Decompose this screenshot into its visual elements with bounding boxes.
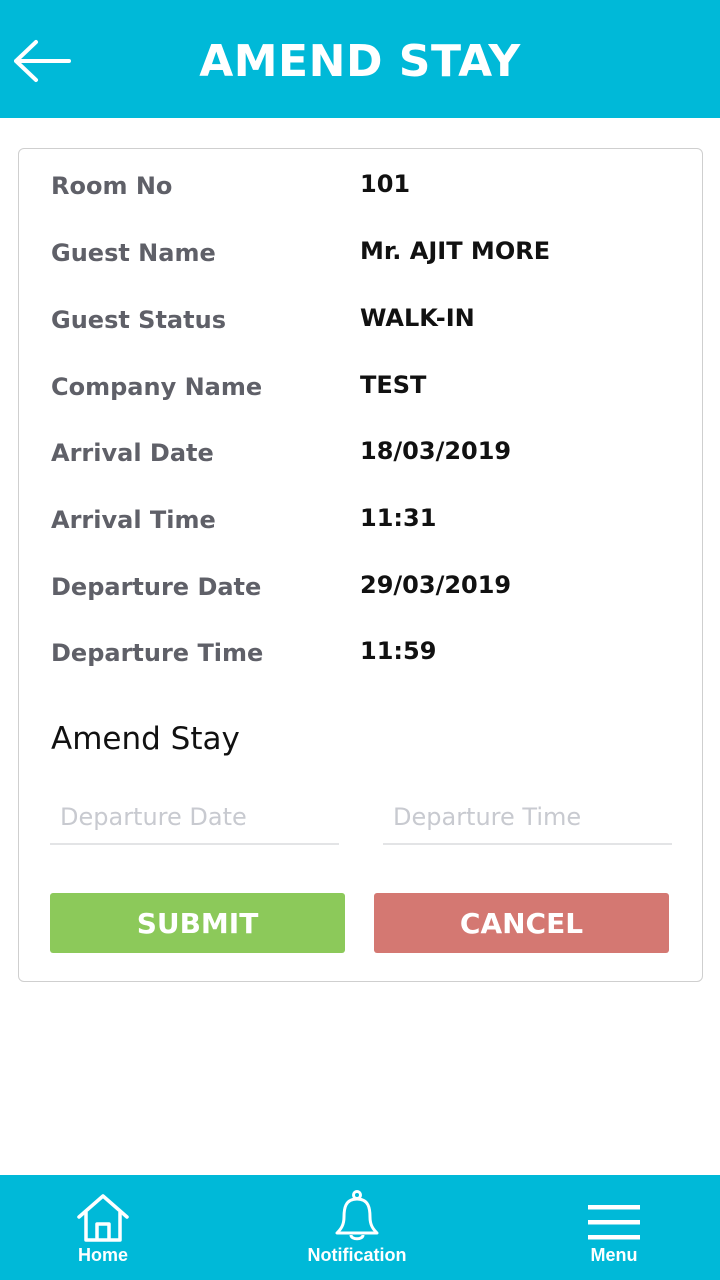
detail-label: Guest Name — [51, 239, 216, 267]
detail-label: Arrival Time — [51, 506, 216, 534]
stay-details-card: Room No 101 Guest Name Mr. AJIT MORE Gue… — [18, 148, 703, 982]
detail-label: Departure Date — [51, 573, 262, 601]
submit-button[interactable]: SUBMIT — [50, 893, 345, 953]
nav-menu[interactable]: Menu — [574, 1185, 654, 1275]
detail-value: 29/03/2019 — [360, 571, 512, 599]
departure-time-field-wrap — [383, 793, 672, 845]
detail-row-company-name: Company Name TEST — [51, 367, 681, 407]
nav-home[interactable]: Home — [63, 1185, 143, 1275]
detail-row-guest-name: Guest Name Mr. AJIT MORE — [51, 233, 681, 273]
nav-notification[interactable]: Notification — [292, 1185, 422, 1275]
home-icon — [77, 1194, 129, 1242]
bottom-navigation: Home Notification Menu — [0, 1175, 720, 1280]
detail-value: TEST — [360, 371, 427, 399]
detail-value: 11:31 — [360, 504, 437, 532]
departure-time-input[interactable] — [383, 793, 672, 841]
page-title: AMEND STAY — [199, 36, 521, 87]
detail-value: 11:59 — [360, 637, 437, 665]
hamburger-icon — [588, 1205, 640, 1240]
detail-label: Room No — [51, 172, 173, 200]
detail-row-departure-date: Departure Date 29/03/2019 — [51, 567, 681, 607]
detail-value: WALK-IN — [360, 304, 475, 332]
detail-value: Mr. AJIT MORE — [360, 237, 551, 265]
detail-row-guest-status: Guest Status WALK-IN — [51, 300, 681, 340]
detail-label: Company Name — [51, 373, 263, 401]
amend-stay-heading: Amend Stay — [51, 721, 240, 757]
detail-row-arrival-date: Arrival Date 18/03/2019 — [51, 433, 681, 473]
detail-value: 101 — [360, 170, 411, 198]
detail-row-room-no: Room No 101 — [51, 166, 681, 206]
nav-menu-label: Menu — [590, 1245, 638, 1265]
departure-date-field-wrap — [50, 793, 339, 845]
detail-label: Departure Time — [51, 639, 264, 667]
detail-label: Guest Status — [51, 306, 226, 334]
detail-label: Arrival Date — [51, 439, 214, 467]
app-root: AMEND STAY Room No 101 Guest Name Mr. AJ… — [0, 0, 720, 1280]
app-header: AMEND STAY — [0, 0, 720, 118]
detail-row-departure-time: Departure Time 11:59 — [51, 633, 681, 673]
detail-value: 18/03/2019 — [360, 437, 512, 465]
nav-notification-label: Notification — [307, 1245, 407, 1265]
nav-home-label: Home — [77, 1245, 128, 1265]
departure-date-input[interactable] — [50, 793, 339, 841]
cancel-button[interactable]: CANCEL — [374, 893, 669, 953]
detail-row-arrival-time: Arrival Time 11:31 — [51, 500, 681, 540]
bell-icon — [335, 1190, 379, 1241]
